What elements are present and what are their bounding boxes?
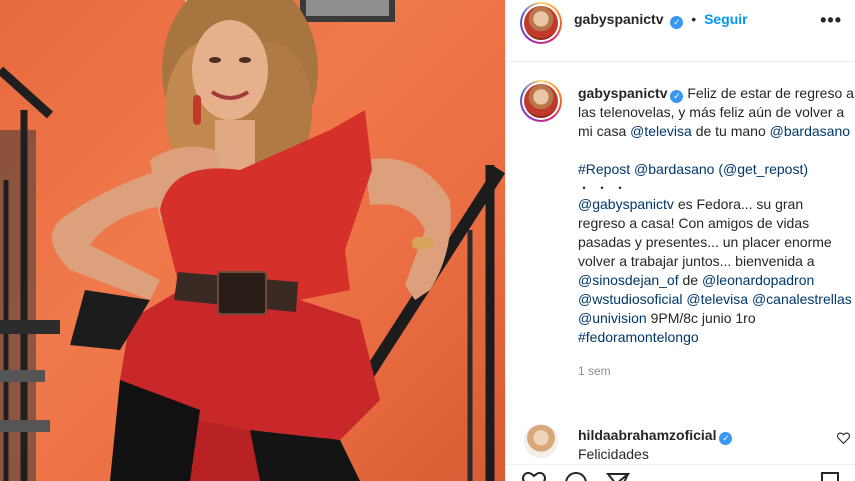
mention-wstudiosoficial[interactable]: @wstudiosoficial (578, 291, 682, 307)
caption-line: de tu mano (691, 123, 770, 139)
comment-text: Felicidades (578, 446, 649, 462)
post-timestamp[interactable]: 1 sem (578, 362, 854, 381)
mention-get-repost[interactable]: (@get_repost) (718, 161, 808, 177)
post-header: gabyspanictv ✓ • Seguir ••• (506, 0, 855, 62)
mention-bardasano-repost[interactable]: @bardasano (634, 161, 714, 177)
post-side-panel: gabyspanictv ✓ • Seguir ••• gabyspanictv… (505, 0, 855, 481)
verified-badge-icon: ✓ (670, 16, 684, 29)
share-icon[interactable] (605, 471, 631, 481)
caption-avatar-image (524, 84, 558, 118)
author-avatar[interactable] (520, 2, 562, 44)
caption-verified-badge-icon: ✓ (670, 90, 684, 103)
mention-televisa[interactable]: @televisa (630, 123, 692, 139)
mention-leonardopadron[interactable]: @leonardopadron (702, 272, 814, 288)
action-bar (506, 464, 855, 481)
mention-canalestrellas[interactable]: @canalestrellas (752, 291, 852, 307)
comment-text-block: hildaabrahamzoficial ✓ Felicidades (578, 426, 733, 464)
commenter-username[interactable]: hildaabrahamzoficial (578, 427, 716, 443)
mention-bardasano[interactable]: @bardasano (770, 123, 850, 139)
like-icon[interactable] (522, 471, 546, 481)
mention-televisa-2[interactable]: @televisa (686, 291, 748, 307)
caption-body: 9PM/8c junio 1ro (650, 310, 756, 326)
photo-illustration (0, 0, 505, 481)
author-username[interactable]: gabyspanictv (574, 11, 663, 27)
header-separator: • (691, 11, 697, 27)
caption-username[interactable]: gabyspanictv (578, 85, 667, 101)
mention-univision[interactable]: @univision (578, 310, 647, 326)
caption-body: de (678, 272, 702, 288)
hashtag-repost[interactable]: #Repost (578, 161, 630, 177)
comment-item: hildaabrahamzoficial ✓ Felicidades (520, 424, 850, 464)
author-row: gabyspanictv ✓ • Seguir (574, 11, 748, 29)
mention-sinosdejan[interactable]: @sinosdejan_of (578, 272, 679, 288)
heart-icon[interactable] (837, 432, 850, 447)
caption-avatar[interactable] (520, 80, 562, 122)
commenter-verified-badge-icon: ✓ (719, 432, 733, 445)
caption-dots: ・・・ (578, 181, 633, 195)
caption-paragraph-2: #Repost @bardasano (@get_repost) ・・・ @ga… (578, 160, 854, 347)
caption-paragraph-1: gabyspanictv ✓ Feliz de estar de regreso … (578, 84, 854, 141)
mention-gabyspanictv[interactable]: @gabyspanictv (578, 196, 674, 212)
author-avatar-image (524, 6, 558, 40)
commenter-avatar[interactable] (524, 424, 558, 458)
hashtag-fedoramontelongo[interactable]: #fedoramontelongo (578, 329, 699, 345)
save-icon[interactable] (820, 471, 844, 481)
more-options-icon[interactable]: ••• (820, 10, 842, 31)
comment-icon[interactable] (564, 471, 588, 481)
post-photo[interactable] (0, 0, 505, 481)
caption-text: gabyspanictv ✓ Feliz de estar de regreso … (578, 84, 854, 381)
follow-button[interactable]: Seguir (704, 11, 748, 27)
